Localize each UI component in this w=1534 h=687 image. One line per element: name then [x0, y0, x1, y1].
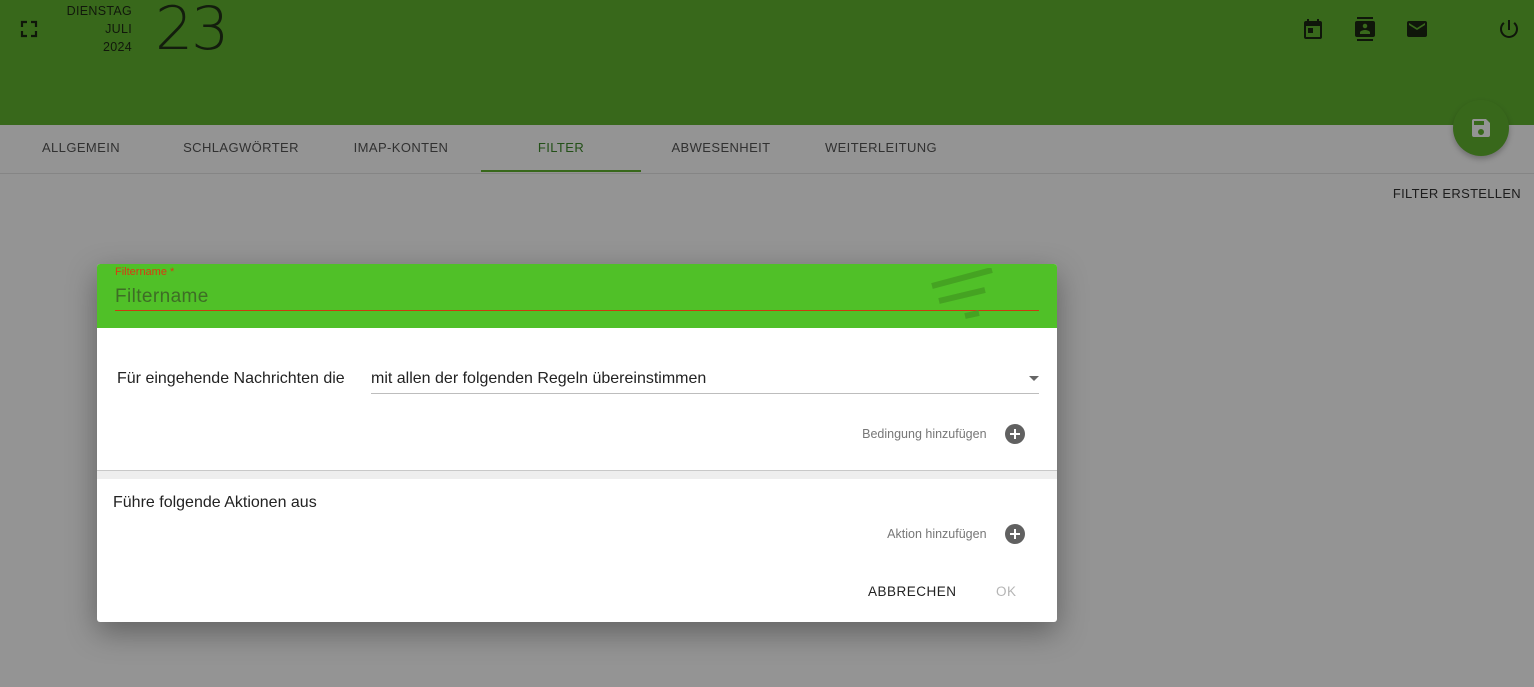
add-action-label: Aktion hinzufügen: [887, 527, 987, 541]
chevron-down-icon: [1029, 376, 1039, 381]
match-mode-select[interactable]: mit allen der folgenden Regeln übereinst…: [371, 368, 1039, 394]
filtername-underline: [115, 310, 1039, 311]
filter-dialog: Filtername * Für eingehende Nachrichten …: [97, 264, 1057, 622]
dialog-header: Filtername *: [97, 264, 1057, 328]
rule-prefix-text: Für eingehende Nachrichten die: [117, 370, 345, 387]
filter-decoration-icon: [931, 268, 993, 319]
add-action-icon[interactable]: [1005, 524, 1025, 544]
add-condition-icon[interactable]: [1005, 424, 1025, 444]
section-divider: [97, 470, 1057, 479]
add-condition-row[interactable]: Bedingung hinzufügen: [862, 424, 1025, 444]
actions-title: Führe folgende Aktionen aus: [113, 494, 317, 511]
filtername-label: Filtername *: [115, 266, 175, 278]
cancel-button[interactable]: ABBRECHEN: [868, 584, 957, 599]
filtername-input[interactable]: [115, 284, 1039, 310]
match-mode-value: mit allen der folgenden Regeln übereinst…: [371, 370, 707, 387]
ok-button[interactable]: OK: [996, 584, 1017, 599]
add-condition-label: Bedingung hinzufügen: [862, 427, 987, 441]
add-action-row[interactable]: Aktion hinzufügen: [887, 524, 1025, 544]
